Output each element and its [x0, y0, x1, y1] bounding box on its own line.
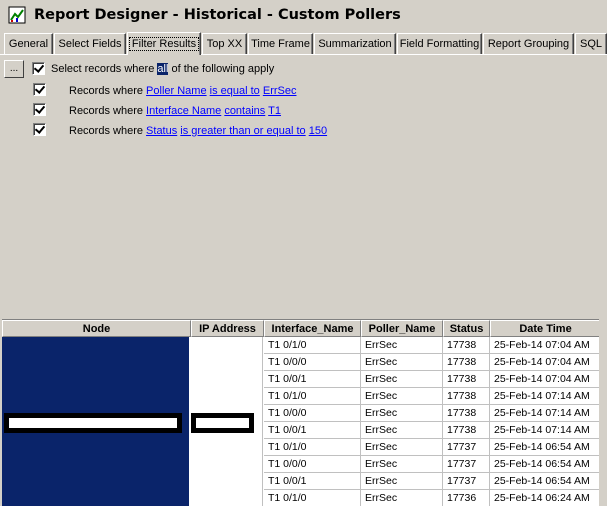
tab-sql[interactable]: SQL — [575, 33, 607, 54]
cell-datetime: 25-Feb-14 06:24 AM — [490, 490, 601, 506]
cell-datetime: 25-Feb-14 07:14 AM — [490, 422, 601, 439]
cell-poller: ErrSec — [361, 473, 443, 490]
cell-poller: ErrSec — [361, 456, 443, 473]
cell-interface: T1 0/1/0 — [264, 439, 361, 456]
filter-header-text: Select records where all of the followin… — [51, 63, 275, 75]
grid-right-edge — [599, 319, 607, 506]
rule-3-text: Records where Status is greater than or … — [69, 125, 328, 137]
cell-poller: ErrSec — [361, 354, 443, 371]
rule-2-value-link[interactable]: T1 — [268, 105, 281, 117]
rule-1-checkbox[interactable] — [33, 83, 46, 96]
cell-status: 17737 — [443, 473, 490, 490]
cell-poller: ErrSec — [361, 490, 443, 506]
cell-datetime: 25-Feb-14 06:54 AM — [490, 456, 601, 473]
filter-panel: ... Select records where all of the foll… — [0, 54, 607, 318]
rule-1-field-link[interactable]: Poller Name — [146, 85, 207, 97]
tab-field-formatting[interactable]: Field Formatting — [397, 33, 482, 54]
rule-3-value-link[interactable]: 150 — [309, 125, 327, 137]
rule-1-value-link[interactable]: ErrSec — [263, 85, 297, 97]
col-header-date-time[interactable]: Date Time — [490, 320, 601, 337]
tab-general[interactable]: General — [4, 33, 53, 54]
tab-report-grouping[interactable]: Report Grouping — [483, 33, 574, 54]
cell-poller: ErrSec — [361, 422, 443, 439]
cell-poller: ErrSec — [361, 405, 443, 422]
results-grid[interactable]: Node IP Address Interface_Name Poller_Na… — [2, 319, 607, 506]
cell-interface: T1 0/0/0 — [264, 456, 361, 473]
redaction-box-node — [4, 413, 182, 433]
rule-2-field-link[interactable]: Interface Name — [146, 105, 221, 117]
cell-status: 17738 — [443, 405, 490, 422]
cell-poller: ErrSec — [361, 371, 443, 388]
cell-interface: T1 0/1/0 — [264, 490, 361, 506]
rule-2-operator-link[interactable]: contains — [224, 105, 265, 117]
cell-poller: ErrSec — [361, 439, 443, 456]
cell-datetime: 25-Feb-14 07:04 AM — [490, 354, 601, 371]
cell-poller: ErrSec — [361, 337, 443, 354]
rule-3-operator-link[interactable]: is greater than or equal to — [180, 125, 305, 137]
cell-interface: T1 0/0/0 — [264, 354, 361, 371]
cell-status: 17738 — [443, 422, 490, 439]
cell-status: 17738 — [443, 337, 490, 354]
col-header-interface-name[interactable]: Interface_Name — [264, 320, 361, 337]
cell-status: 17737 — [443, 456, 490, 473]
tab-time-frame[interactable]: Time Frame — [248, 33, 313, 54]
cell-status: 17737 — [443, 439, 490, 456]
tab-strip: General Select Fields Filter Results Top… — [0, 32, 607, 55]
all-records-checkbox[interactable] — [32, 62, 45, 75]
col-header-node[interactable]: Node — [2, 320, 191, 337]
cell-status: 17736 — [443, 490, 490, 506]
cell-interface: T1 0/1/0 — [264, 388, 361, 405]
quantifier-selector[interactable]: all — [157, 63, 169, 75]
rule-1-operator-link[interactable]: is equal to — [210, 85, 260, 97]
cell-status: 17738 — [443, 388, 490, 405]
cell-interface: T1 0/0/1 — [264, 371, 361, 388]
cell-status: 17738 — [443, 354, 490, 371]
window-title: Report Designer - Historical - Custom Po… — [34, 7, 401, 23]
rule-3-field-link[interactable]: Status — [146, 125, 177, 137]
cell-datetime: 25-Feb-14 06:54 AM — [490, 473, 601, 490]
col-header-ip-address[interactable]: IP Address — [191, 320, 264, 337]
more-options-button[interactable]: ... — [4, 60, 24, 78]
rule-1-text: Records where Poller Name is equal to Er… — [69, 85, 297, 97]
tab-top-xx[interactable]: Top XX — [202, 33, 247, 54]
tab-summarization[interactable]: Summarization — [314, 33, 396, 54]
rule-2-checkbox[interactable] — [33, 103, 46, 116]
rule-2-text: Records where Interface Name contains T1 — [69, 105, 281, 117]
cell-interface: T1 0/1/0 — [264, 337, 361, 354]
cell-interface: T1 0/0/0 — [264, 405, 361, 422]
tab-select-fields[interactable]: Select Fields — [54, 33, 126, 54]
cell-poller: ErrSec — [361, 388, 443, 405]
cell-status: 17738 — [443, 371, 490, 388]
cell-interface: T1 0/0/1 — [264, 422, 361, 439]
cell-datetime: 25-Feb-14 07:04 AM — [490, 371, 601, 388]
cell-interface: T1 0/0/1 — [264, 473, 361, 490]
cell-datetime: 25-Feb-14 06:54 AM — [490, 439, 601, 456]
redaction-box-ip — [191, 413, 254, 433]
title-bar: Report Designer - Historical - Custom Po… — [0, 0, 607, 30]
cell-datetime: 25-Feb-14 07:04 AM — [490, 337, 601, 354]
cell-datetime: 25-Feb-14 07:14 AM — [490, 388, 601, 405]
cell-datetime: 25-Feb-14 07:14 AM — [490, 405, 601, 422]
col-header-status[interactable]: Status — [443, 320, 490, 337]
tab-filter-results[interactable]: Filter Results — [127, 32, 201, 55]
rule-3-checkbox[interactable] — [33, 123, 46, 136]
col-header-poller-name[interactable]: Poller_Name — [361, 320, 443, 337]
report-designer-icon — [8, 6, 26, 24]
